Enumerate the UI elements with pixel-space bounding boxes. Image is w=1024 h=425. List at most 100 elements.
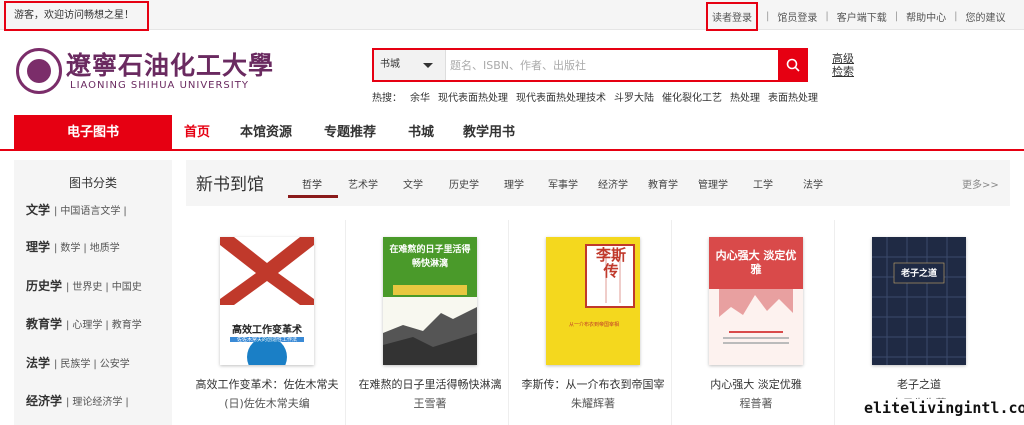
- search-input[interactable]: [450, 52, 776, 78]
- nav-home[interactable]: 首页: [184, 115, 210, 151]
- nav-library-resources[interactable]: 本馆资源: [240, 115, 292, 151]
- search-category-select[interactable]: 书城: [374, 50, 446, 80]
- cover-art: [220, 237, 314, 365]
- category-main[interactable]: 经济学: [26, 392, 62, 409]
- cover-title: 李斯传: [595, 246, 626, 280]
- book-card[interactable]: 高效工作变革术 佐佐木常夫的创造性工作法 高效工作变革术：佐佐木常夫 (日)佐佐…: [186, 220, 346, 425]
- category-row: 理学 | 数学 | 地质学: [26, 238, 123, 258]
- separator: |: [54, 359, 58, 370]
- category-main[interactable]: 理学: [26, 238, 50, 255]
- separator: |: [894, 10, 899, 22]
- category-main[interactable]: 教育学: [26, 315, 62, 332]
- separator: |: [123, 206, 127, 217]
- category-sub[interactable]: 公安学: [100, 355, 130, 370]
- suggestion-link[interactable]: 您的建议: [966, 9, 1006, 24]
- category-sub[interactable]: 世界史: [72, 278, 102, 293]
- book-cover[interactable]: 内心强大 淡定优雅: [709, 237, 803, 365]
- hot-search-term[interactable]: 现代表面热处理技术: [516, 89, 606, 104]
- book-cover[interactable]: 在难熬的日子里活得畅快淋漓: [383, 237, 477, 365]
- hot-search-label: 热搜：: [372, 93, 402, 104]
- new-books-title: 新书到馆: [196, 175, 264, 195]
- new-books-panel: 新书到馆 哲学 艺术学 文学 历史学 理学 军事学 经济学 教育学 管理学 工学…: [186, 160, 1010, 425]
- cover-art: [872, 237, 966, 365]
- reader-login-link[interactable]: 读者登录: [706, 1, 758, 31]
- category-row: 法学 | 民族学 | 公安学: [26, 354, 133, 374]
- separator: |: [766, 10, 770, 22]
- nav-bookstore[interactable]: 书城: [408, 115, 434, 151]
- book-title[interactable]: 在难熬的日子里活得畅快淋漓: [349, 376, 511, 392]
- separator: |: [93, 359, 97, 370]
- book-cover[interactable]: 李斯传 从一介布衣到帝国宰相: [546, 237, 640, 365]
- watermark-text: elitelivingintl.co: [862, 399, 1024, 417]
- nav-ebook[interactable]: 电子图书: [14, 115, 172, 151]
- active-tab-indicator: [288, 195, 338, 198]
- tab-economics[interactable]: 经济学: [598, 176, 628, 191]
- category-sub[interactable]: 心理学: [72, 316, 102, 331]
- category-sub[interactable]: 中国史: [112, 278, 142, 293]
- category-main[interactable]: 文学: [26, 201, 50, 218]
- book-cover[interactable]: 高效工作变革术 佐佐木常夫的创造性工作法: [220, 237, 314, 365]
- university-name-en: LIAONING SHIHUA UNIVERSITY: [70, 80, 249, 91]
- category-sub[interactable]: 民族学: [60, 355, 90, 370]
- book-title[interactable]: 内心强大 淡定优雅: [675, 376, 837, 392]
- category-sub[interactable]: 地质学: [90, 239, 120, 254]
- book-title[interactable]: 老子之道: [838, 376, 1000, 392]
- tab-philosophy[interactable]: 哲学: [302, 176, 322, 191]
- search-bar: 书城: [372, 48, 808, 82]
- category-sub[interactable]: 中国语言文学: [60, 202, 120, 217]
- category-sub[interactable]: 理论经济学: [72, 393, 122, 408]
- tab-law[interactable]: 法学: [803, 176, 823, 191]
- category-main[interactable]: 历史学: [26, 277, 62, 294]
- category-main[interactable]: 法学: [26, 354, 50, 371]
- hot-search-term[interactable]: 斗罗大陆: [614, 89, 654, 104]
- book-card[interactable]: 在难熬的日子里活得畅快淋漓 在难熬的日子里活得畅快淋漓 王雪著: [349, 220, 509, 425]
- help-center-link[interactable]: 帮助中心: [906, 9, 946, 24]
- hot-search-term[interactable]: 现代表面热处理: [438, 89, 508, 104]
- top-links: 读者登录 | 馆员登录 | 客户端下载 | 帮助中心 | 您的建议: [706, 1, 1006, 31]
- new-books-header: 新书到馆 哲学 艺术学 文学 历史学 理学 军事学 经济学 教育学 管理学 工学…: [186, 160, 1010, 206]
- advanced-search-label-2: 检索: [832, 65, 854, 78]
- librarian-login-link[interactable]: 馆员登录: [777, 9, 817, 24]
- category-sub[interactable]: 数学: [60, 239, 80, 254]
- tab-engineering[interactable]: 工学: [753, 176, 773, 191]
- category-sub[interactable]: 教育学: [112, 316, 142, 331]
- nav-teaching-books[interactable]: 教学用书: [463, 115, 515, 151]
- hot-search-term[interactable]: 余华: [410, 89, 430, 104]
- university-logo[interactable]: 遼寧石油化工大學 LIAONING SHIHUA UNIVERSITY: [16, 44, 273, 100]
- book-cover[interactable]: 老子之道: [872, 237, 966, 365]
- tab-military[interactable]: 军事学: [548, 176, 578, 191]
- tab-art[interactable]: 艺术学: [348, 176, 378, 191]
- book-title[interactable]: 高效工作变革术：佐佐木常夫: [186, 376, 348, 392]
- separator: |: [66, 397, 70, 408]
- hot-search-term[interactable]: 热处理: [730, 89, 760, 104]
- hot-search-term[interactable]: 催化裂化工艺: [662, 89, 722, 104]
- caret-down-icon: [423, 63, 433, 68]
- book-card[interactable]: 老子之道 老子之道 白云先生著: [838, 220, 998, 425]
- emblem-center: [27, 59, 51, 83]
- hot-search-term[interactable]: 表面热处理: [768, 89, 818, 104]
- separator: |: [105, 320, 109, 331]
- separator: |: [83, 243, 87, 254]
- book-card[interactable]: 内心强大 淡定优雅 内心强大 淡定优雅 程普著: [675, 220, 835, 425]
- university-emblem-icon: [16, 48, 62, 94]
- book-card[interactable]: 李斯传 从一介布衣到帝国宰相 李斯传：从一介布衣到帝国宰 朱耀辉著: [512, 220, 672, 425]
- tab-literature[interactable]: 文学: [403, 176, 423, 191]
- sidebar-title: 图书分类: [68, 176, 117, 190]
- advanced-search-label-1: 高级: [832, 52, 854, 65]
- tab-education[interactable]: 教育学: [648, 176, 678, 191]
- cover-subtitle: 从一介布衣到帝国宰相: [568, 322, 619, 328]
- nav-topics[interactable]: 专题推荐: [324, 115, 376, 151]
- tab-history[interactable]: 历史学: [449, 176, 479, 191]
- welcome-message: 游客，欢迎访问畅想之星！: [4, 1, 149, 31]
- client-download-link[interactable]: 客户端下载: [837, 9, 887, 24]
- category-row: 历史学 | 世界史 | 中国史: [26, 277, 145, 297]
- tab-management[interactable]: 管理学: [698, 176, 728, 191]
- more-link[interactable]: 更多>>: [962, 176, 999, 191]
- advanced-search-link[interactable]: 高级 检索: [832, 52, 854, 78]
- book-author: 王雪著: [413, 397, 447, 410]
- hot-search-list: 热搜： 余华 现代表面热处理 现代表面热处理技术 斗罗大陆 催化裂化工艺 热处理…: [372, 89, 826, 104]
- book-title[interactable]: 李斯传：从一介布衣到帝国宰: [512, 376, 674, 392]
- cover-title: 老子之道: [900, 269, 937, 279]
- tab-science[interactable]: 理学: [504, 176, 524, 191]
- search-button[interactable]: [778, 48, 808, 82]
